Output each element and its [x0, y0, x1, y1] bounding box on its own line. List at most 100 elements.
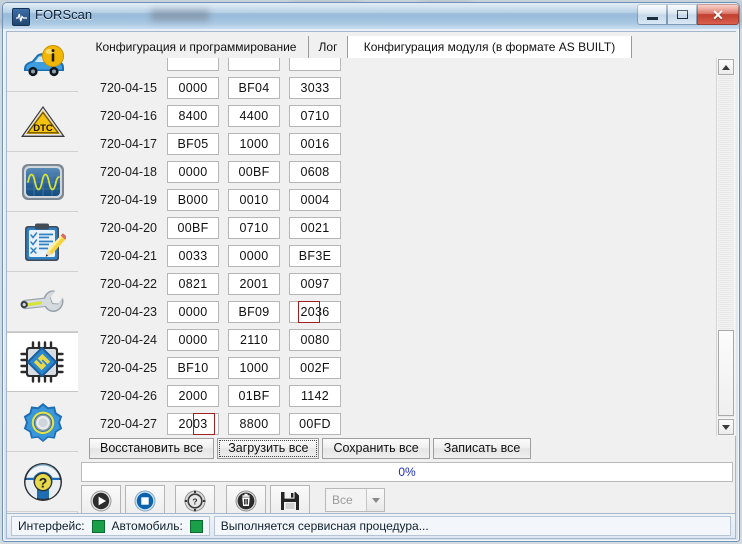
hex-cell[interactable]: 00BF — [167, 217, 219, 239]
tab-label: Конфигурация модуля (в формате AS BUILT) — [363, 40, 616, 54]
hex-cell[interactable]: 0000 — [167, 329, 219, 351]
sidebar-item-help[interactable]: ? — [7, 452, 78, 512]
hex-cell[interactable]: 0010 — [228, 189, 280, 211]
checklist-pencil-icon — [24, 223, 66, 261]
hex-cell[interactable]: 2001 — [228, 273, 280, 295]
hex-cell[interactable]: 0033 — [167, 245, 219, 267]
hex-cell-highlighted[interactable]: 2003 — [167, 413, 219, 435]
hex-cell[interactable]: 1000 — [228, 133, 280, 155]
table-row[interactable]: 720-04-24 0000 2110 0080 — [79, 326, 716, 354]
maximize-button[interactable] — [667, 4, 697, 25]
restore-all-button[interactable]: Восстановить все — [89, 437, 215, 459]
hex-cell[interactable]: 0097 — [289, 273, 341, 295]
hex-cell[interactable]: 0710 — [228, 217, 280, 239]
oscilloscope-icon — [21, 163, 64, 200]
hex-cell[interactable]: 0608 — [289, 161, 341, 183]
hex-cell[interactable]: 1142 — [289, 385, 341, 407]
table-row[interactable]: 720-04-22 0821 2001 0097 — [79, 270, 716, 298]
row-label: 720-04-21 — [100, 249, 157, 263]
hex-cell-highlighted[interactable]: 2036 — [289, 301, 341, 323]
table-row[interactable]: 720-04-25 BF10 1000 002F — [79, 354, 716, 382]
row-label: 720-04-16 — [100, 109, 157, 123]
hex-cell[interactable]: 0000 — [167, 161, 219, 183]
hex-cell[interactable]: 002F — [289, 357, 341, 379]
scroll-down-button[interactable] — [718, 419, 734, 435]
hex-cell[interactable]: B000 — [167, 189, 219, 211]
interface-label: Интерфейс: — [18, 519, 85, 533]
hex-cell[interactable]: 0016 — [289, 133, 341, 155]
hex-cell[interactable]: 0000 — [228, 245, 280, 267]
hex-cell[interactable]: 3033 — [289, 77, 341, 99]
hex-cell-text: 2003 — [178, 417, 208, 431]
hex-cell[interactable]: 0821 — [167, 273, 219, 295]
tab-log[interactable]: Лог — [309, 36, 348, 58]
table-row[interactable]: 720-04-26 2000 01BF 1142 — [79, 382, 716, 410]
hex-cell[interactable] — [228, 58, 280, 71]
write-all-button[interactable]: Записать все — [432, 437, 532, 459]
close-icon: ✕ — [712, 6, 724, 23]
hex-cell[interactable] — [167, 58, 219, 71]
table-row[interactable]: 720-04-18 0000 00BF 0608 — [79, 158, 716, 186]
row-label: 720-04-20 — [100, 221, 157, 235]
sidebar-item-vehicle-info[interactable] — [7, 32, 78, 92]
table-row[interactable]: 720-04-21 0033 0000 BF3E — [79, 242, 716, 270]
chevron-down-icon[interactable] — [366, 489, 384, 511]
hex-cell[interactable]: BF05 — [167, 133, 219, 155]
progress-bar: 0% — [81, 462, 733, 482]
hex-cell[interactable]: 00FD — [289, 413, 341, 435]
hex-cell[interactable]: 2000 — [167, 385, 219, 407]
table-row[interactable]: 720-04-17 BF05 1000 0016 — [79, 130, 716, 158]
blurred-background-text — [151, 10, 209, 21]
filter-dropdown[interactable]: Все — [325, 488, 385, 512]
asbuilt-grid: 720-04-15 0000 BF04 3033 720-04-16 8400 … — [79, 58, 736, 436]
hex-cell[interactable]: 2110 — [228, 329, 280, 351]
hex-cell[interactable]: 4400 — [228, 105, 280, 127]
sidebar-item-tests[interactable] — [7, 212, 78, 272]
title-bar[interactable]: FORScan ✕ — [3, 3, 739, 29]
grid-vertical-scrollbar[interactable] — [716, 58, 735, 436]
hex-cell[interactable]: BF09 — [228, 301, 280, 323]
hex-cell[interactable]: BF04 — [228, 77, 280, 99]
table-row[interactable]: 720-04-15 0000 BF04 3033 — [79, 74, 716, 102]
hex-cell[interactable]: 01BF — [228, 385, 280, 407]
scroll-up-button[interactable] — [718, 59, 734, 75]
sidebar-item-module-configuration[interactable] — [7, 332, 78, 392]
row-label: 720-04-19 — [100, 193, 157, 207]
scrollbar-thumb[interactable] — [718, 330, 734, 416]
sidebar-item-dtc[interactable]: DTC — [7, 92, 78, 152]
hex-cell[interactable]: 0021 — [289, 217, 341, 239]
table-row[interactable]: 720-04-23 0000 BF09 2036 — [79, 298, 716, 326]
table-row[interactable] — [79, 58, 716, 74]
hex-cell[interactable]: 0000 — [167, 77, 219, 99]
hex-cell-text: 2036 — [300, 305, 330, 319]
hex-cell[interactable]: 00BF — [228, 161, 280, 183]
hex-cell[interactable]: 0004 — [289, 189, 341, 211]
table-row[interactable]: 720-04-16 8400 4400 0710 — [79, 102, 716, 130]
sidebar-item-service[interactable] — [7, 272, 78, 332]
hex-cell[interactable]: 0080 — [289, 329, 341, 351]
sidebar-item-settings[interactable] — [7, 392, 78, 452]
close-button[interactable]: ✕ — [697, 4, 739, 25]
vehicle-label: Автомобиль: — [111, 519, 183, 533]
hex-cell[interactable]: 0000 — [167, 301, 219, 323]
save-all-button[interactable]: Сохранить все — [322, 437, 430, 459]
hex-cell[interactable]: 8800 — [228, 413, 280, 435]
chevron-up-icon — [722, 64, 730, 70]
minimize-button[interactable] — [637, 4, 667, 25]
hex-cell[interactable] — [289, 58, 341, 71]
table-row[interactable]: 720-04-19 B000 0010 0004 — [79, 186, 716, 214]
tab-configuration-programming[interactable]: Конфигурация и программирование — [84, 36, 309, 58]
sidebar-item-oscilloscope[interactable] — [7, 152, 78, 212]
chip-icon — [19, 341, 64, 383]
hex-cell[interactable]: 8400 — [167, 105, 219, 127]
hex-cell[interactable]: BF3E — [289, 245, 341, 267]
hex-cell[interactable]: BF10 — [167, 357, 219, 379]
tab-module-configuration-as-built[interactable]: Конфигурация модуля (в формате AS BUILT) — [348, 36, 632, 58]
gear-icon — [23, 402, 62, 442]
row-label: 720-04-23 — [100, 305, 157, 319]
hex-cell[interactable]: 1000 — [228, 357, 280, 379]
table-row[interactable]: 720-04-27 2003 8800 00FD — [79, 410, 716, 436]
hex-cell[interactable]: 0710 — [289, 105, 341, 127]
load-all-button[interactable]: Загрузить все — [217, 437, 320, 459]
table-row[interactable]: 720-04-20 00BF 0710 0021 — [79, 214, 716, 242]
